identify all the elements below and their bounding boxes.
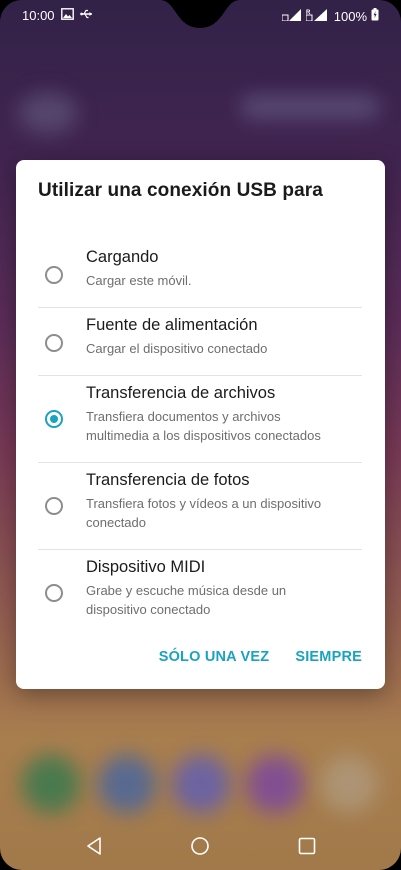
status-bar: 10:00 R 100% [0, 0, 401, 32]
option-subtitle-line: dispositivo conectado [86, 602, 211, 617]
option-title: Transferencia de archivos [86, 384, 276, 402]
status-left: 10:00 [22, 8, 94, 23]
option-power-source[interactable]: Fuente de alimentación Cargar el disposi… [38, 308, 362, 376]
battery-charging-icon [371, 8, 379, 24]
only-once-button[interactable]: SÓLO UNA VEZ [159, 649, 270, 665]
option-title: Cargando [86, 248, 159, 266]
back-icon[interactable] [83, 834, 107, 858]
status-right: R 100% [281, 8, 379, 24]
image-icon [60, 8, 74, 23]
option-subtitle-line: Transfiera documentos y archivos [86, 409, 281, 424]
option-title: Dispositivo MIDI [86, 558, 206, 576]
option-subtitle: Cargar este móvil. [86, 271, 362, 290]
option-charging[interactable]: Cargando Cargar este móvil. [38, 240, 362, 308]
signal-icon [281, 8, 302, 24]
battery-percent: 100% [333, 8, 367, 24]
option-text: Transferencia de fotos Transfiera fotos … [86, 469, 362, 532]
option-photo-transfer[interactable]: Transferencia de fotos Transfiera fotos … [38, 463, 362, 550]
recents-icon[interactable] [295, 834, 319, 858]
option-text: Dispositivo MIDI Grabe y escuche música … [86, 556, 362, 619]
option-text: Transferencia de archivos Transfiera doc… [86, 382, 362, 445]
home-icon[interactable] [188, 834, 212, 858]
option-subtitle-line: Transfiera fotos y vídeos a un dispositi… [86, 496, 322, 511]
screen: 10:00 R 100% Utilizar una conexión USB p… [0, 0, 401, 870]
always-button[interactable]: SIEMPRE [295, 649, 362, 665]
option-subtitle: Cargar el dispositivo conectado [86, 339, 362, 358]
radio-button[interactable] [45, 334, 63, 352]
radio-button[interactable] [45, 584, 63, 602]
status-time: 10:00 [22, 8, 55, 23]
option-subtitle-line: Cargar este móvil. [86, 273, 192, 288]
option-title: Fuente de alimentación [86, 316, 258, 334]
usb-connection-dialog: Utilizar una conexión USB para Cargando … [16, 160, 385, 689]
option-title: Transferencia de fotos [86, 471, 250, 489]
option-subtitle-line: multimedia a los dispositivos conectados [86, 428, 321, 443]
navigation-bar [0, 820, 401, 870]
option-subtitle-line: Grabe y escuche música desde un [86, 583, 287, 598]
dialog-actions: SÓLO UNA VEZ SIEMPRE [159, 649, 362, 665]
option-subtitle: Transfiera documentos y archivos multime… [86, 407, 362, 445]
radio-button[interactable] [45, 497, 63, 515]
dialog-title: Utilizar una conexión USB para [38, 180, 323, 201]
option-subtitle: Grabe y escuche música desde un disposit… [86, 581, 362, 619]
radio-button[interactable] [45, 266, 63, 284]
option-subtitle-line: conectado [86, 515, 146, 530]
usb-icon [79, 8, 94, 23]
option-midi-device[interactable]: Dispositivo MIDI Grabe y escuche música … [38, 550, 362, 636]
option-text: Fuente de alimentación Cargar el disposi… [86, 314, 362, 358]
roaming-signal-icon: R [305, 8, 328, 24]
radio-button-selected[interactable] [45, 410, 63, 428]
option-file-transfer[interactable]: Transferencia de archivos Transfiera doc… [38, 376, 362, 463]
usb-options-list: Cargando Cargar este móvil. Fuente de al… [38, 240, 362, 636]
option-subtitle: Transfiera fotos y vídeos a un dispositi… [86, 494, 362, 532]
option-subtitle-line: Cargar el dispositivo conectado [86, 341, 268, 356]
option-text: Cargando Cargar este móvil. [86, 246, 362, 290]
